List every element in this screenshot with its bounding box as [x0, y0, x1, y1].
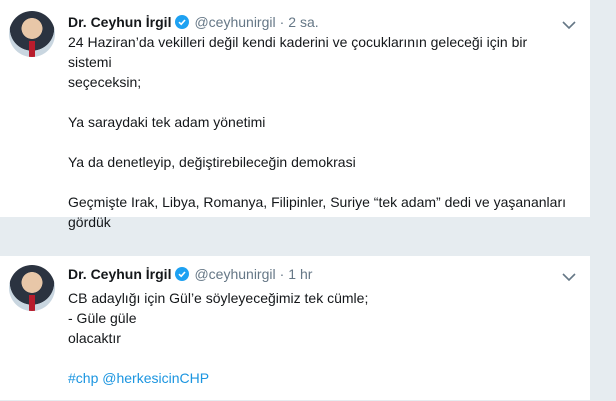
verified-badge-icon — [175, 267, 190, 281]
tweet-line: 24 Haziran’da vekilleri değil kendi kade… — [68, 34, 528, 70]
hashtags: #chp @herkesicinCHP — [68, 368, 568, 388]
author-handle[interactable]: @ceyhunirgil — [194, 14, 275, 30]
tweet-line: gördük — [68, 214, 111, 230]
verified-badge-icon — [175, 15, 190, 29]
timestamp[interactable]: 2 sa. — [288, 14, 318, 30]
separator: · — [279, 266, 285, 282]
tweet-line: seçeceksin; — [68, 74, 142, 90]
tweet-line: - Güle güle — [68, 310, 137, 326]
tweet-line: Geçmişte Irak, Libya, Romanya, Filipinle… — [68, 194, 566, 210]
author-handle[interactable]: @ceyhunirgil — [194, 266, 275, 282]
author-name[interactable]: Dr. Ceyhun İrgil — [68, 266, 171, 282]
avatar[interactable] — [9, 11, 55, 57]
timestamp[interactable]: 1 hr — [288, 266, 312, 282]
tweet-header: Dr. Ceyhun İrgil @ceyhunirgil · 2 sa. — [68, 12, 319, 32]
tweet-text: 24 Haziran’da vekilleri değil kendi kade… — [68, 32, 568, 232]
hashtag-link[interactable]: #chp — [68, 370, 98, 386]
tweet-line: Ya saraydaki tek adam yönetimi — [68, 114, 266, 130]
author-name[interactable]: Dr. Ceyhun İrgil — [68, 14, 171, 30]
tweet-header: Dr. Ceyhun İrgil @ceyhunirgil · 1 hr — [68, 264, 312, 284]
tweet-line: olacaktır — [68, 330, 121, 346]
tweet-card[interactable]: Dr. Ceyhun İrgil @ceyhunirgil · 2 sa. 24… — [0, 0, 590, 230]
avatar[interactable] — [9, 265, 55, 311]
separator: · — [279, 14, 285, 30]
chevron-down-icon[interactable] — [562, 272, 576, 282]
mention-link[interactable]: @herkesicinCHP — [102, 370, 209, 386]
tweet-line: Ya da denetleyip, değiştirebileceğin dem… — [68, 154, 356, 170]
tweet-text: CB adaylığı için Gül’e söyleyeceğimiz te… — [68, 288, 568, 388]
chevron-down-icon[interactable] — [562, 20, 576, 30]
tweet-line: CB adaylığı için Gül’e söyleyeceğimiz te… — [68, 290, 369, 306]
